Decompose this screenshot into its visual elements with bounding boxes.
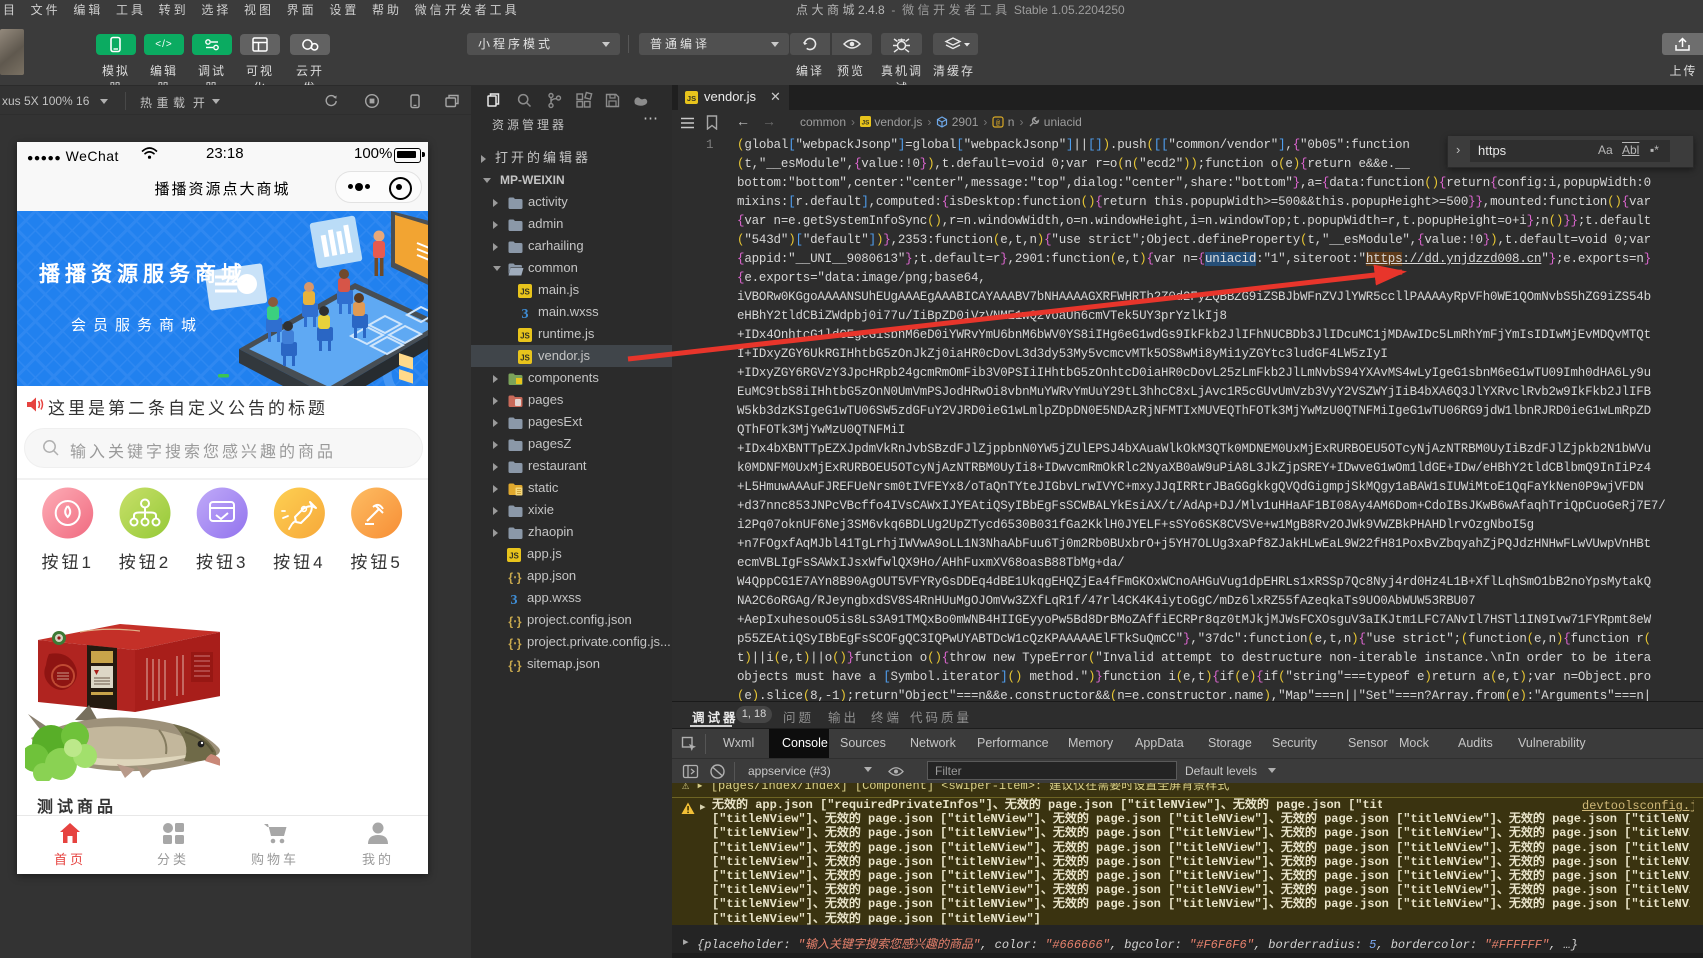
svg-text:3: 3: [522, 307, 529, 320]
svg-text:3: 3: [511, 593, 518, 606]
svg-text:JS: JS: [862, 119, 870, 126]
svg-text:会员服务商城: 会员服务商城: [71, 317, 203, 334]
svg-text:{⋅}: {⋅}: [508, 571, 521, 585]
svg-text:按钮1: 按钮1: [41, 553, 93, 572]
svg-text:JS: JS: [520, 354, 530, 363]
svg-text:播播资源服务商城: 播播资源服务商城: [39, 262, 247, 286]
svg-text:JS: JS: [509, 552, 519, 561]
svg-text:按钮2: 按钮2: [119, 553, 171, 572]
svg-text:JS: JS: [520, 288, 530, 297]
svg-text:按钮5: 按钮5: [350, 553, 402, 572]
svg-text:{⋅}: {⋅}: [508, 615, 521, 629]
svg-text:按钮3: 按钮3: [196, 553, 248, 572]
svg-text:JS: JS: [520, 332, 530, 341]
svg-text:按钮4: 按钮4: [273, 553, 325, 572]
svg-text:{⋅}: {⋅}: [508, 659, 521, 673]
svg-text:{⋅}: {⋅}: [508, 637, 521, 651]
